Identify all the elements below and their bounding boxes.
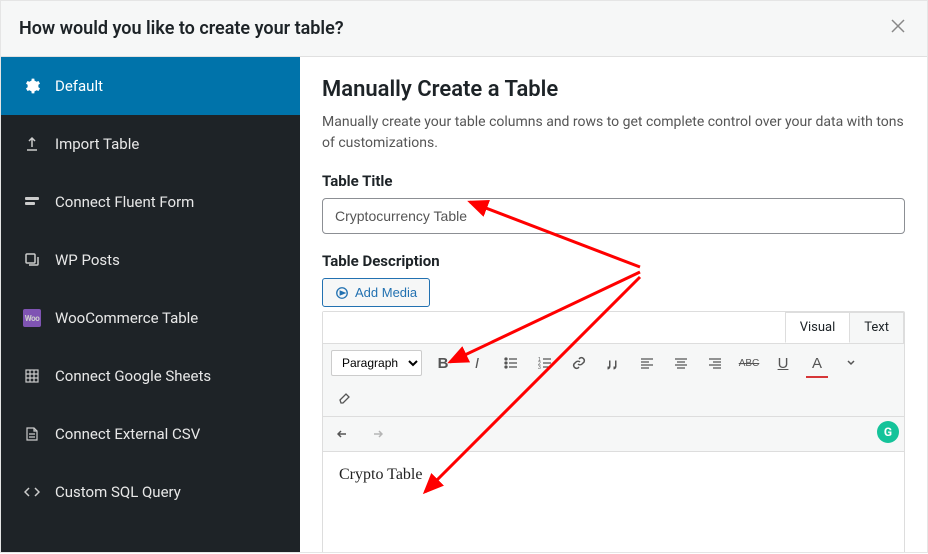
gear-icon [23, 77, 41, 95]
underline-button[interactable]: U [770, 350, 796, 376]
rich-editor: Visual Text Paragraph B I 123 AB [322, 311, 905, 552]
sheet-icon [23, 367, 41, 385]
link-icon [572, 356, 586, 370]
number-list-icon: 123 [538, 356, 552, 370]
file-icon [23, 425, 41, 443]
code-icon [23, 483, 41, 501]
strikethrough-icon: ABC [739, 358, 760, 369]
align-left-button[interactable] [634, 350, 660, 376]
title-label: Table Title [322, 172, 905, 190]
sidebar-item-label: Connect Google Sheets [55, 367, 211, 385]
clear-format-button[interactable] [331, 384, 357, 410]
description-label: Table Description [322, 252, 905, 270]
align-center-icon [674, 356, 688, 370]
sidebar-item-label: Default [55, 77, 103, 95]
sidebar-item-label: Connect External CSV [55, 425, 200, 443]
text-color-icon: A [812, 355, 822, 372]
align-center-button[interactable] [668, 350, 694, 376]
eraser-icon [337, 390, 351, 404]
sidebar-item-google-sheets[interactable]: Connect Google Sheets [1, 347, 300, 405]
bullet-list-icon [504, 356, 518, 370]
align-right-button[interactable] [702, 350, 728, 376]
tab-visual[interactable]: Visual [785, 312, 851, 343]
underline-icon: U [778, 355, 789, 372]
grammarly-badge[interactable]: G [877, 421, 899, 443]
bold-icon: B [438, 355, 449, 372]
media-icon [335, 286, 349, 300]
modal-create-table: How would you like to create your table?… [0, 0, 928, 553]
link-button[interactable] [566, 350, 592, 376]
modal-title: How would you like to create your table? [19, 18, 344, 39]
bold-button[interactable]: B [430, 350, 456, 376]
redo-button[interactable] [363, 421, 389, 447]
sidebar-item-external-csv[interactable]: Connect External CSV [1, 405, 300, 463]
italic-button[interactable]: I [464, 350, 490, 376]
close-button[interactable] [887, 15, 909, 42]
tab-text[interactable]: Text [849, 312, 904, 343]
chevron-down-icon [847, 359, 855, 367]
title-input[interactable] [322, 198, 905, 234]
form-icon [23, 193, 41, 211]
sidebar-item-fluent-form[interactable]: Connect Fluent Form [1, 173, 300, 231]
undo-icon [337, 427, 351, 441]
bullet-list-button[interactable] [498, 350, 524, 376]
sidebar: Default Import Table Connect Fluent Form… [1, 57, 300, 552]
sidebar-item-default[interactable]: Default [1, 57, 300, 115]
woo-icon: Woo [23, 309, 41, 327]
number-list-button[interactable]: 123 [532, 350, 558, 376]
editor-toolbar-primary: Paragraph B I 123 ABC U A [323, 343, 904, 417]
sidebar-item-sql[interactable]: Custom SQL Query [1, 463, 300, 521]
undo-button[interactable] [331, 421, 357, 447]
strikethrough-button[interactable]: ABC [736, 350, 762, 376]
quote-icon [606, 356, 620, 370]
sidebar-item-label: WooCommerce Table [55, 309, 198, 327]
upload-icon [23, 135, 41, 153]
close-icon [891, 19, 905, 33]
sidebar-item-label: Custom SQL Query [55, 483, 181, 501]
format-select[interactable]: Paragraph [331, 350, 422, 376]
text-color-dropdown[interactable] [838, 350, 864, 376]
content-description: Manually create your table columns and r… [322, 112, 905, 154]
sidebar-item-label: Import Table [55, 135, 139, 153]
svg-text:3: 3 [538, 365, 541, 370]
editor-toolbar-secondary [323, 417, 904, 452]
sidebar-item-label: Connect Fluent Form [55, 193, 194, 211]
quote-button[interactable] [600, 350, 626, 376]
italic-icon: I [475, 355, 479, 372]
content-panel: Manually Create a Table Manually create … [300, 57, 927, 552]
sidebar-item-import[interactable]: Import Table [1, 115, 300, 173]
add-media-button[interactable]: Add Media [322, 278, 430, 307]
copy-icon [23, 251, 41, 269]
align-right-icon [708, 356, 722, 370]
content-heading: Manually Create a Table [322, 77, 905, 102]
modal-header: How would you like to create your table? [1, 1, 927, 57]
sidebar-item-label: WP Posts [55, 251, 120, 269]
text-color-button[interactable]: A [804, 350, 830, 376]
sidebar-item-woocommerce[interactable]: Woo WooCommerce Table [1, 289, 300, 347]
align-left-icon [640, 356, 654, 370]
redo-icon [369, 427, 383, 441]
editor-body[interactable]: Crypto Table [323, 452, 904, 552]
sidebar-item-wp-posts[interactable]: WP Posts [1, 231, 300, 289]
